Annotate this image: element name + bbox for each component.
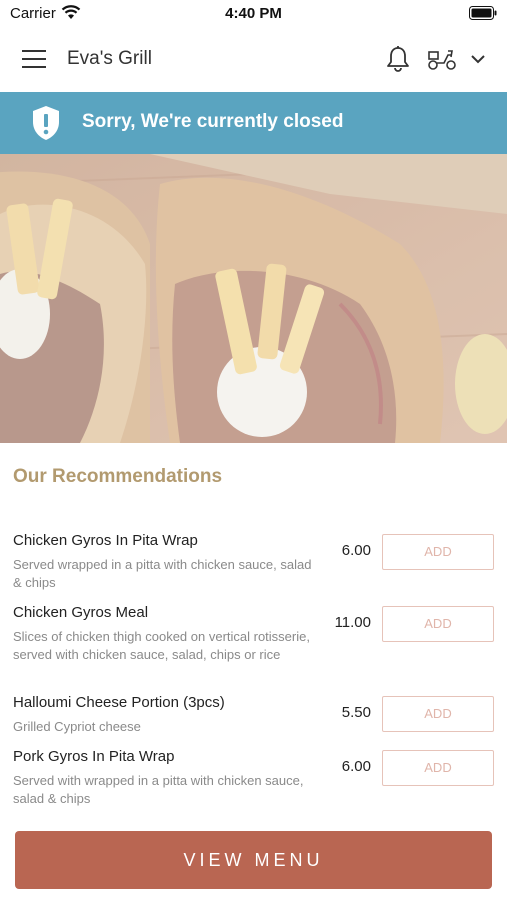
view-menu-button[interactable]: VIEW MENU [15, 831, 492, 889]
status-bar: Carrier 4:40 PM [0, 0, 507, 28]
item-description: Slices of chicken thigh cooked on vertic… [13, 629, 310, 662]
menu-icon[interactable] [22, 50, 46, 70]
item-price: 6.00 [341, 758, 371, 775]
battery-icon [469, 6, 497, 25]
section-title: Our Recommendations [13, 466, 223, 487]
menu-item[interactable]: Halloumi Cheese Portion (3pcs) Grilled C… [0, 694, 507, 740]
hero-image [0, 154, 507, 443]
item-name: Halloumi Cheese Portion (3pcs) [13, 694, 225, 711]
item-price: 5.50 [341, 704, 371, 721]
menu-list: Chicken Gyros In Pita Wrap Served wrappe… [0, 530, 507, 825]
menu-item[interactable]: Pork Gyros In Pita Wrap Served with wrap… [0, 748, 507, 814]
bell-icon[interactable] [385, 45, 411, 78]
item-price: 6.00 [341, 542, 371, 559]
chevron-down-icon[interactable] [470, 52, 486, 70]
app-header: Eva's Grill [0, 28, 507, 92]
menu-item[interactable]: Chicken Gyros In Pita Wrap Served wrappe… [0, 532, 507, 598]
item-price: 11.00 [334, 614, 371, 631]
menu-item[interactable]: Chicken Gyros Meal Slices of chicken thi… [0, 604, 507, 686]
closed-message: Sorry, We're currently closed [82, 111, 344, 132]
add-button[interactable]: ADD [382, 696, 494, 732]
add-button[interactable]: ADD [382, 534, 494, 570]
item-description: Grilled Cypriot cheese [13, 719, 141, 734]
item-name: Pork Gyros In Pita Wrap [13, 748, 175, 765]
closed-banner: Sorry, We're currently closed [0, 92, 507, 154]
delivery-scooter-icon[interactable] [426, 47, 458, 76]
item-name: Chicken Gyros Meal [13, 604, 149, 621]
add-button[interactable]: ADD [382, 606, 494, 642]
item-description: Served wrapped in a pitta with chicken s… [13, 557, 312, 590]
item-name: Chicken Gyros In Pita Wrap [13, 532, 198, 549]
app-title: Eva's Grill [67, 48, 152, 69]
item-description: Served with wrapped in a pitta with chic… [13, 773, 304, 806]
shield-icon [31, 105, 61, 146]
add-button[interactable]: ADD [382, 750, 494, 786]
status-time: 4:40 PM [225, 5, 282, 22]
